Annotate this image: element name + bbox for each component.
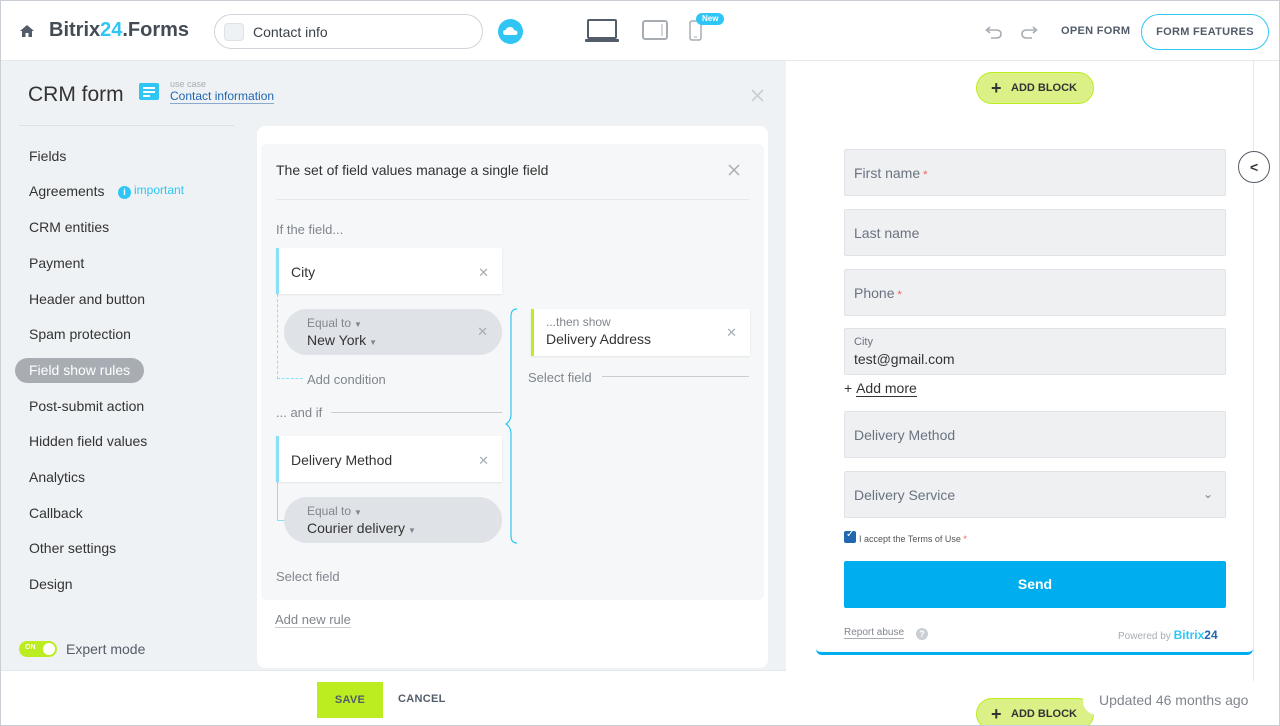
cancel-button[interactable]: CANCEL (398, 693, 446, 705)
select-field-link-right[interactable]: Select field (528, 370, 592, 385)
settings-panel: CRM form use case Contact information Fi… (1, 61, 786, 725)
terms-checkbox[interactable]: ✓ (844, 529, 856, 543)
nav-divider (19, 125, 234, 126)
expert-mode-label: Expert mode (66, 641, 146, 657)
top-bar: Bitrix24.Forms Contact info New OPEN FOR… (1, 1, 1279, 61)
and-if-label: ... and if (276, 405, 323, 420)
remove-icon: ✕ (478, 265, 489, 280)
use-case-label: use case (170, 79, 207, 89)
page-title: CRM form (28, 83, 124, 106)
form-image-icon (224, 23, 244, 41)
tablet-view-icon[interactable] (642, 20, 668, 40)
rule-title: The set of field values manage a single … (276, 162, 549, 178)
connector-line (277, 294, 278, 379)
delivery-service-select[interactable]: Delivery Service ⌄ (844, 471, 1226, 518)
important-hint[interactable]: i important (118, 183, 184, 199)
caret-down-icon: ▼ (369, 338, 378, 347)
caret-down-icon: ▼ (354, 508, 362, 517)
add-block-button[interactable]: + ADD BLOCK (976, 72, 1094, 104)
form-bottom-border (816, 649, 1253, 655)
sidebar-item-agreements[interactable]: Agreements (15, 179, 118, 204)
sidebar-item-analytics[interactable]: Analytics (15, 465, 99, 490)
condition-operator-2[interactable]: Equal to ▼ Courier delivery ▼ (284, 497, 502, 543)
collapse-panel-button[interactable]: < (1238, 151, 1270, 183)
open-form-link[interactable]: OPEN FORM (1061, 25, 1130, 37)
form-preview: + ADD BLOCK First name * Last name Phone * … (786, 61, 1279, 725)
sidebar-item-callback[interactable]: Callback (15, 501, 97, 526)
divider (331, 412, 502, 413)
sidebar-item-spam-protection[interactable]: Spam protection (15, 322, 145, 347)
last-name-field[interactable]: Last name (844, 209, 1226, 256)
phone-field[interactable]: Phone * (844, 269, 1226, 316)
new-badge: New (696, 13, 725, 25)
remove-icon: ✕ (726, 325, 737, 340)
rule-separator (276, 199, 749, 200)
brand-logo: Bitrix24.Forms (49, 19, 190, 41)
close-icon[interactable] (751, 89, 764, 102)
bottom-bar: SAVE CANCEL (1, 670, 786, 725)
expert-mode-toggle[interactable]: ON (19, 641, 57, 657)
then-show-field[interactable]: ...then show Delivery Address ✕ (531, 309, 750, 356)
use-case-icon (139, 83, 159, 100)
sidebar-item-other-settings[interactable]: Other settings (15, 536, 130, 561)
caret-down-icon: ▼ (354, 320, 362, 329)
undo-icon[interactable] (985, 23, 1003, 39)
sidebar-item-field-show-rules[interactable]: Field show rules (15, 358, 145, 383)
select-field-link[interactable]: Select field (276, 569, 340, 584)
plus-icon: + (991, 704, 1002, 724)
sidebar-item-header-and-button[interactable]: Header and button (15, 287, 159, 312)
divider (602, 376, 749, 377)
connector-line (277, 378, 303, 379)
close-rule-icon[interactable] (728, 164, 740, 176)
chevron-left-icon: < (1250, 159, 1259, 175)
powered-by[interactable]: Powered by Bitrix24 (1118, 628, 1218, 642)
home-icon[interactable] (19, 23, 35, 39)
redo-icon[interactable] (1020, 23, 1038, 39)
sidebar-item-post-submit-action[interactable]: Post-submit action (15, 394, 158, 419)
brace-connector (505, 308, 518, 544)
condition-field-city[interactable]: City ✕ (276, 248, 502, 294)
chevron-down-icon: ⌄ (1202, 487, 1213, 501)
info-icon: i (118, 186, 131, 199)
form-features-button[interactable]: FORM FEATURES (1141, 14, 1269, 50)
sidebar-item-payment[interactable]: Payment (15, 251, 98, 276)
help-icon[interactable]: ? (916, 628, 928, 640)
form-name-input[interactable]: Contact info (214, 14, 483, 49)
add-new-rule-link[interactable]: Add new rule (275, 613, 351, 628)
add-condition-link[interactable]: Add condition (307, 372, 386, 387)
if-field-label: If the field... (276, 222, 344, 237)
sidebar-item-crm-entities[interactable]: CRM entities (15, 215, 123, 240)
report-abuse-link[interactable]: Report abuse (844, 627, 905, 639)
form-name-value: Contact info (253, 24, 328, 40)
show-rule: The set of field values manage a single … (261, 144, 764, 600)
send-button[interactable]: Send (844, 561, 1226, 608)
desktop-view-icon[interactable] (584, 19, 620, 43)
sidebar-item-fields[interactable]: Fields (15, 144, 80, 169)
save-button[interactable]: SAVE (317, 682, 383, 718)
first-name-field[interactable]: First name * (844, 149, 1226, 196)
sidebar-item-hidden-field-values[interactable]: Hidden field values (15, 429, 161, 454)
plus-icon: + (991, 78, 1002, 98)
delivery-method-field[interactable]: Delivery Method (844, 411, 1226, 458)
rules-card: The set of field values manage a single … (257, 126, 768, 668)
terms-label: I accept the Terms of Use * (859, 534, 967, 544)
cloud-icon[interactable] (498, 19, 523, 44)
use-case-link[interactable]: Contact information (170, 90, 275, 104)
app-window: Bitrix24.Forms Contact info New OPEN FOR… (0, 0, 1280, 726)
remove-icon: ✕ (477, 324, 488, 339)
connector-line (277, 482, 278, 520)
city-field[interactable]: City test@gmail.com (844, 328, 1226, 375)
add-more-link[interactable]: + Add more (844, 380, 917, 397)
condition-operator-1[interactable]: Equal to ▼ New York ▼ ✕ (284, 309, 502, 355)
condition-field-delivery-method[interactable]: Delivery Method ✕ (276, 436, 502, 482)
updated-status: Updated 46 months ago (1083, 687, 1265, 715)
remove-icon: ✕ (478, 453, 489, 468)
add-block-button-bottom[interactable]: + ADD BLOCK (976, 698, 1094, 725)
caret-down-icon: ▼ (408, 526, 416, 535)
sidebar-item-design[interactable]: Design (15, 572, 87, 597)
